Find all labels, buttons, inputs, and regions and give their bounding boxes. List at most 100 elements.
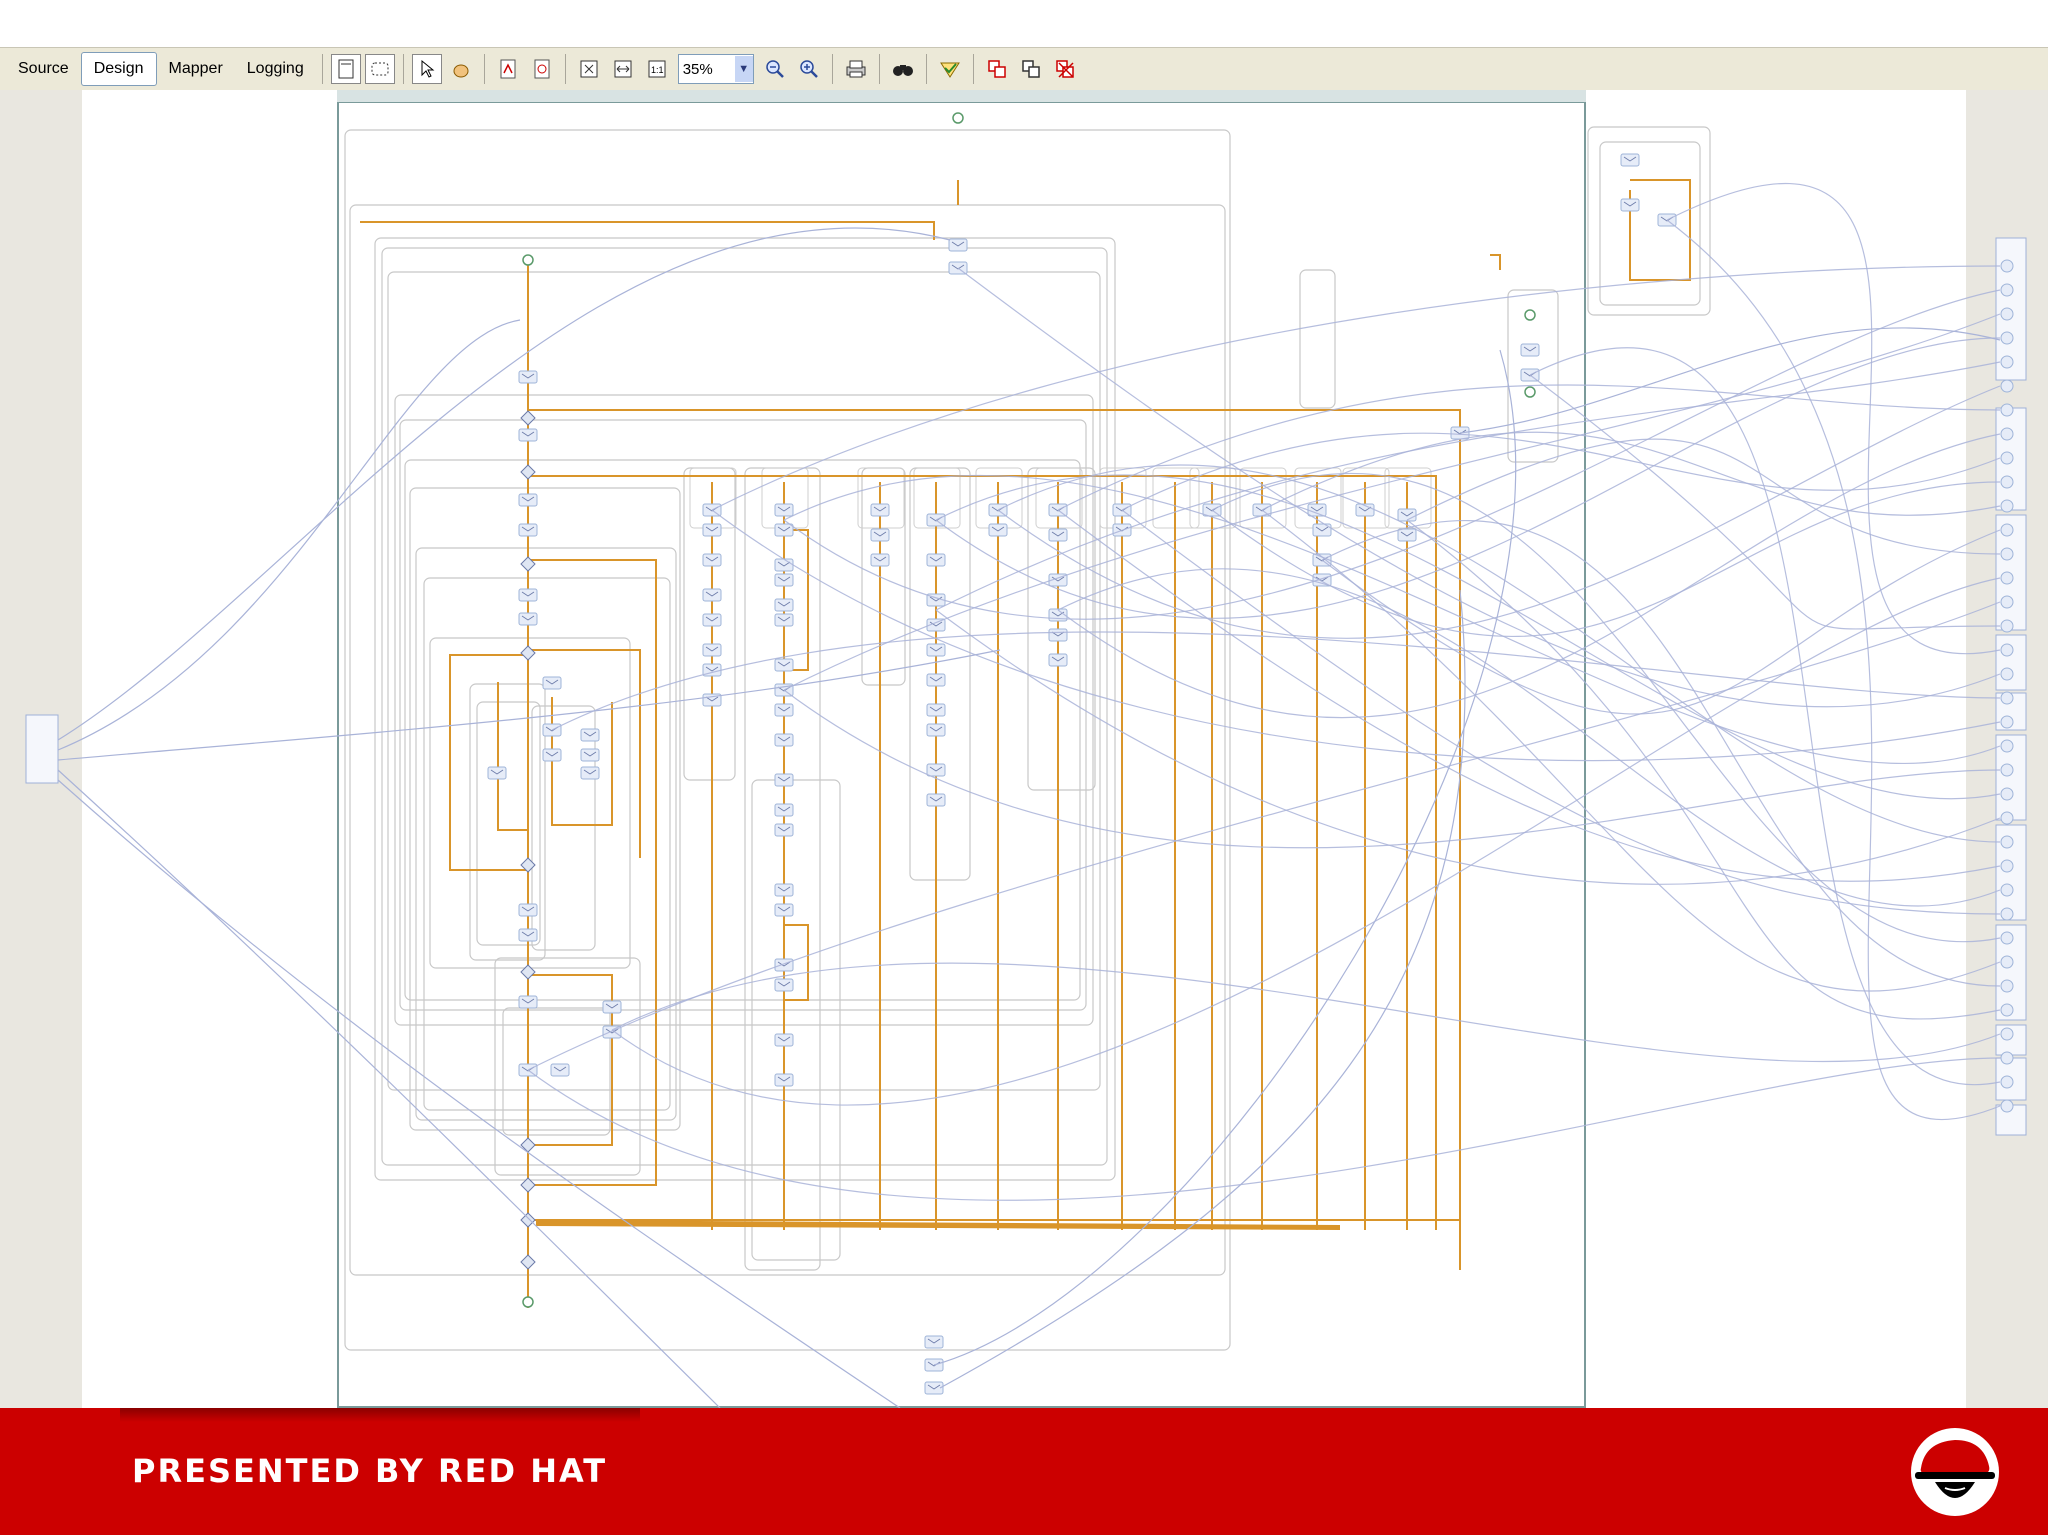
fit-page-icon[interactable] [574, 54, 604, 84]
print-icon[interactable] [841, 54, 871, 84]
activity-node [774, 658, 794, 672]
partner-operation-node [2000, 331, 2014, 345]
activity-node [774, 703, 794, 717]
control-link [528, 559, 657, 1186]
message-link [783, 313, 2001, 691]
activity-node [702, 643, 722, 657]
actual-size-icon[interactable]: 1:1 [642, 54, 672, 84]
scope-box [861, 467, 906, 686]
partner-operation-node [2000, 379, 2014, 393]
activity-node [702, 523, 722, 537]
pdf-zoom-icon[interactable] [527, 54, 557, 84]
zoom-out-icon[interactable] [760, 54, 790, 84]
partner-operation-node [2000, 1003, 2014, 1017]
activity-node [926, 763, 946, 777]
message-link [57, 227, 951, 741]
scope-box [394, 394, 1094, 1026]
activity-node [926, 553, 946, 567]
control-link [1490, 254, 1501, 270]
expand-all-icon[interactable] [982, 54, 1012, 84]
activity-node [774, 613, 794, 627]
scope-box [469, 683, 546, 961]
zoom-in-icon[interactable] [794, 54, 824, 84]
activity-node [774, 773, 794, 787]
activity-node [926, 793, 946, 807]
activity-node [1312, 523, 1332, 537]
partner-operation-node [2000, 739, 2014, 753]
message-link [783, 689, 2001, 849]
activity-node [774, 598, 794, 612]
partner-operation-node [2000, 787, 2014, 801]
activity-node [870, 503, 890, 517]
control-link [449, 654, 528, 871]
message-link [1321, 529, 2001, 715]
activity-node [988, 523, 1008, 537]
red-hat-shadowman-logo [1911, 1428, 1999, 1516]
partner-operation-node [2000, 427, 2014, 441]
tab-mapper[interactable]: Mapper [157, 53, 235, 85]
activity-node [1397, 508, 1417, 522]
activity-node [542, 748, 562, 762]
activity-node [518, 588, 538, 602]
activity-node [774, 1073, 794, 1087]
marquee-select-icon[interactable] [364, 54, 395, 84]
control-link-emphasis [536, 1220, 1340, 1230]
activity-node [774, 733, 794, 747]
message-link [939, 589, 1466, 1389]
activity-node [774, 573, 794, 587]
start-end-node [1524, 386, 1536, 398]
collapse-all-icon[interactable] [1016, 54, 1046, 84]
activity-node [1520, 343, 1540, 357]
tab-logging[interactable]: Logging [235, 53, 316, 85]
delete-icon[interactable] [1050, 54, 1080, 84]
activity-node [518, 903, 538, 917]
activity-node [580, 728, 600, 742]
message-link [551, 631, 2001, 731]
partner-operation-node [2000, 643, 2014, 657]
scope-box [404, 459, 1081, 1001]
activity-node [550, 1063, 570, 1077]
toolbar-separator [402, 54, 404, 84]
activity-node [518, 428, 538, 442]
control-link [528, 409, 1461, 1270]
start-end-node [522, 1296, 534, 1308]
activity-node [702, 613, 722, 627]
page-view-icon[interactable] [330, 54, 361, 84]
activity-node [926, 723, 946, 737]
pointer-icon[interactable] [411, 54, 442, 84]
zoom-value: 35% [682, 60, 713, 78]
partner-operation-node [2000, 355, 2014, 369]
partner-operation-node [2000, 619, 2014, 633]
partner-operation-node [2000, 1075, 2014, 1089]
find-binoculars-icon[interactable] [888, 54, 918, 84]
pdf-export-icon[interactable] [493, 54, 523, 84]
zoom-select[interactable]: 35% ▼ [677, 54, 754, 84]
partner-operation-node [2000, 763, 2014, 777]
control-link [528, 475, 1437, 1230]
tab-source[interactable]: Source [6, 53, 81, 85]
activity-node [774, 558, 794, 572]
partner-operation-node [2000, 499, 2014, 513]
partner-operation-node [2000, 571, 2014, 585]
partner-operation-node [2000, 595, 2014, 609]
partner-operation-node [2000, 955, 2014, 969]
hand-pan-icon[interactable] [446, 54, 476, 84]
chevron-down-icon[interactable]: ▼ [734, 56, 753, 82]
fit-width-icon[interactable] [608, 54, 638, 84]
activity-node [580, 748, 600, 762]
message-link [1406, 438, 2001, 555]
design-canvas[interactable] [0, 90, 2048, 1408]
bpel-diagram[interactable] [0, 90, 2048, 1408]
activity-node [926, 643, 946, 657]
activity-node [774, 823, 794, 837]
message-link [1057, 568, 2001, 907]
start-end-node [952, 112, 964, 124]
message-link [1261, 509, 2001, 992]
tab-design[interactable]: Design [80, 52, 157, 86]
partner-operation-node [2000, 547, 2014, 561]
validate-icon[interactable] [935, 54, 965, 84]
top-whitespace [0, 0, 2048, 47]
message-link [527, 1057, 2001, 1201]
gateway-node [520, 1254, 536, 1270]
toolbar-separator [972, 54, 974, 84]
